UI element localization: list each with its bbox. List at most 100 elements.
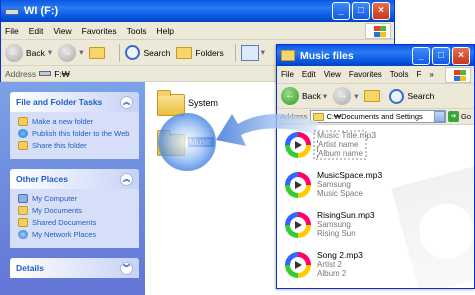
menu-bar: File Edit View Favorites Tools F » <box>277 66 474 84</box>
file-item[interactable]: Music Title.mp3 Artist name Album name <box>285 129 474 169</box>
views-icon <box>240 44 259 61</box>
documents-folder-icon <box>18 206 28 215</box>
back-button[interactable]: ← Back ▾ <box>5 43 52 62</box>
minimize-button[interactable]: _ <box>412 46 430 65</box>
search-button[interactable]: Search <box>389 88 434 104</box>
file-folder-tasks-panel: File and Folder Tasks ︽ Make a new folde… <box>10 92 139 159</box>
file-name: Song 2.mp3 <box>317 250 363 260</box>
collapse-icon[interactable]: ︽ <box>120 95 133 109</box>
menu-favorites[interactable]: Favorites <box>349 70 382 79</box>
maximize-button[interactable]: □ <box>432 46 450 65</box>
menu-file[interactable]: File <box>5 26 19 36</box>
menu-tools[interactable]: Tools <box>390 70 409 79</box>
drive-icon <box>5 6 19 17</box>
folder-icon <box>281 50 295 61</box>
media-file-icon <box>285 252 311 278</box>
windows-logo-icon <box>365 23 391 39</box>
task-share-folder[interactable]: Share this folder <box>18 141 133 150</box>
menu-help[interactable]: Help <box>156 26 173 36</box>
forward-button[interactable]: → ▾ <box>58 43 84 62</box>
menu-view[interactable]: View <box>53 26 71 36</box>
network-icon <box>18 230 28 239</box>
forward-arrow-icon: → <box>333 87 352 105</box>
folder-icon <box>157 130 185 156</box>
menu-view[interactable]: View <box>324 70 341 79</box>
media-file-icon <box>285 212 311 238</box>
forward-arrow-icon: → <box>58 43 77 62</box>
chevron-down-icon: ▾ <box>354 90 359 101</box>
new-folder-icon <box>18 117 28 126</box>
file-name: MusicSpace.mp3 <box>317 170 383 180</box>
file-album: Album name <box>317 149 376 158</box>
task-pane: File and Folder Tasks ︽ Make a new folde… <box>0 82 145 295</box>
window-title: WI (F:) <box>24 5 59 17</box>
up-folder-button[interactable] <box>364 90 383 102</box>
maximize-button[interactable]: □ <box>352 2 370 20</box>
minimize-button[interactable]: _ <box>332 2 350 20</box>
place-shared-documents[interactable]: Shared Documents <box>18 218 133 227</box>
place-my-network[interactable]: My Network Places <box>18 230 133 239</box>
menu-file[interactable]: File <box>281 70 294 79</box>
address-dropdown-button[interactable] <box>433 111 445 122</box>
file-artist: Artist name <box>317 140 376 149</box>
forward-button[interactable]: → ▾ <box>333 87 358 105</box>
file-name: Music Title.mp3 <box>317 130 377 140</box>
explorer-window-music-files: Music files _ □ × File Edit View Favorit… <box>276 44 475 289</box>
address-bar: Address C:₩Documents and Settings ➜ Go <box>277 109 474 125</box>
panel-header[interactable]: File and Folder Tasks ︽ <box>10 92 139 112</box>
up-folder-button[interactable] <box>89 46 108 59</box>
file-name: RisingSun.mp3 <box>317 210 375 220</box>
globe-icon <box>18 129 28 138</box>
shared-folder-icon <box>18 218 28 227</box>
menu-edit[interactable]: Edit <box>29 26 44 36</box>
back-button[interactable]: ← Back ▾ <box>281 87 327 105</box>
media-file-icon <box>285 132 311 158</box>
menu-bar: File Edit View Favorites Tools Help <box>1 22 394 40</box>
folder-icon <box>157 90 185 116</box>
file-artist: Artist 2 <box>317 260 342 269</box>
search-icon <box>389 88 405 104</box>
task-publish-web[interactable]: Publish this folder to the Web <box>18 129 133 138</box>
file-artist: Samsung <box>317 220 351 229</box>
expand-icon[interactable]: ︾ <box>120 261 133 275</box>
close-button[interactable]: × <box>372 2 390 20</box>
window-title: Music files <box>300 49 354 62</box>
chevron-down-icon: ▾ <box>322 90 328 101</box>
go-button[interactable]: Go <box>461 112 471 121</box>
collapse-icon[interactable]: ︽ <box>120 172 133 186</box>
place-my-documents[interactable]: My Documents <box>18 206 133 215</box>
file-album: Rising Sun <box>317 229 356 238</box>
panel-header[interactable]: Details ︾ <box>10 258 139 278</box>
toolbar: ← Back ▾ → ▾ Search <box>277 84 474 109</box>
file-list: Music Title.mp3 Artist name Album name M… <box>277 125 474 288</box>
file-album: Music Space <box>317 189 363 198</box>
windows-logo-icon <box>445 67 471 83</box>
views-button[interactable]: ▾ <box>240 44 265 61</box>
chevron-down-icon: ▾ <box>79 47 84 57</box>
address-field[interactable]: F:₩ <box>39 69 70 79</box>
chevron-right-icon[interactable]: » <box>429 70 433 79</box>
menu-overflow[interactable]: F <box>416 70 421 79</box>
file-artist: Samsung <box>317 180 351 189</box>
close-button[interactable]: × <box>452 46 470 65</box>
search-button[interactable]: Search <box>125 45 170 60</box>
drive-icon <box>39 71 52 76</box>
panel-header[interactable]: Other Places ︽ <box>10 169 139 189</box>
address-label: Address <box>5 68 37 79</box>
menu-edit[interactable]: Edit <box>302 70 316 79</box>
title-bar[interactable]: Music files _ □ × <box>277 45 474 66</box>
task-make-new-folder[interactable]: Make a new folder <box>18 117 133 126</box>
computer-icon <box>18 194 28 203</box>
up-folder-icon <box>89 46 106 59</box>
go-arrow-icon[interactable]: ➜ <box>447 111 459 122</box>
menu-tools[interactable]: Tools <box>127 26 147 36</box>
address-field[interactable]: C:₩Documents and Settings <box>309 110 446 123</box>
place-my-computer[interactable]: My Computer <box>18 194 133 203</box>
back-arrow-icon: ← <box>5 43 23 62</box>
title-bar[interactable]: WI (F:) _ □ × <box>1 0 394 22</box>
menu-favorites[interactable]: Favorites <box>82 26 117 36</box>
folders-icon <box>176 46 193 59</box>
media-file-icon <box>285 172 311 198</box>
up-folder-icon <box>364 90 381 102</box>
folders-button[interactable]: Folders <box>176 46 224 59</box>
